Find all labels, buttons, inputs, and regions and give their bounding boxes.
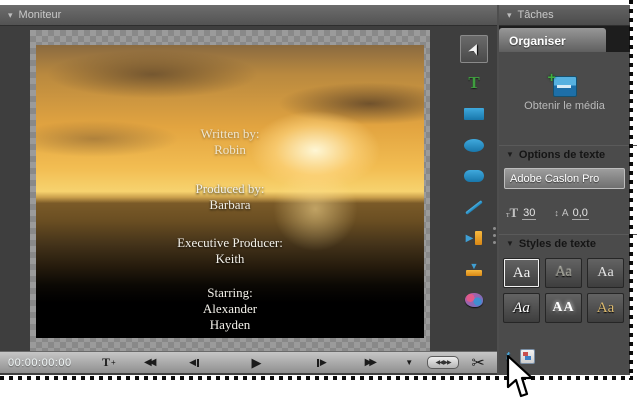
style-swatch[interactable]: Aa <box>587 293 624 323</box>
jog-control[interactable]: ◀◀ ▶▶ <box>427 356 460 369</box>
style-swatch[interactable]: Aa <box>503 258 540 288</box>
text-tool-button[interactable]: T + <box>92 355 126 370</box>
jog-icon: ◀◀ ▶▶ <box>435 360 452 366</box>
step-back-button[interactable]: ◀ <box>172 357 218 368</box>
section-triangle-icon: ▼ <box>506 239 514 248</box>
rectangle-icon <box>464 108 484 120</box>
step-forward-icon: ▶ <box>319 357 327 367</box>
step-back-icon: ◀ <box>189 357 197 367</box>
credit-name: Robin <box>214 142 246 157</box>
credit-block: Produced by: Barbara <box>36 181 424 213</box>
tasks-panel: ▾ Tâches Organiser + Obtenir le média ▼ … <box>499 5 637 375</box>
rectangle-tool-button[interactable] <box>461 103 487 125</box>
step-forward-button[interactable]: ▶ <box>295 357 347 368</box>
panel-splitter[interactable] <box>492 227 496 253</box>
color-properties-button[interactable] <box>461 289 487 311</box>
credit-role: Starring: <box>207 285 253 300</box>
transport-toolbar: 00:00:00:00 T + ◀◀ ◀ ▶ ▶ ▶▶ ▼ ◀◀ ▶▶ ✂ <box>0 351 497 373</box>
horizontal-center-icon: ▼ <box>469 260 479 271</box>
get-media-button[interactable]: + Obtenir le média <box>499 69 630 112</box>
video-preview[interactable]: Written by: Robin Produced by: Barbara E… <box>36 45 424 338</box>
vertical-center-icon: ▶ <box>465 232 474 244</box>
line-icon <box>465 199 483 215</box>
credit-role: Executive Producer: <box>177 235 283 250</box>
play-button[interactable]: ▶ <box>218 355 296 371</box>
app-background: ▾ Moniteur Written by: Robin Produced by… <box>0 5 637 375</box>
rewind-button[interactable]: ◀◀ <box>126 357 172 368</box>
monitor-panel-header[interactable]: ▾ Moniteur <box>0 5 497 26</box>
horizontal-center-button[interactable]: ▼ <box>461 258 487 280</box>
title-tool-strip: ➤ T ▶ ▼ <box>456 35 492 345</box>
collapse-triangle-icon[interactable]: ▾ <box>507 10 512 20</box>
line-tool-button[interactable] <box>461 196 487 218</box>
credit-block: Starring: Alexander Hayden <box>36 285 424 333</box>
color-palette-icon <box>465 293 483 307</box>
text-size-row: тT 30 ↕ A 0,0 <box>499 202 637 224</box>
split-clip-button[interactable]: ✂ <box>459 353 497 373</box>
selection-tool-button[interactable]: ➤ <box>460 35 488 63</box>
style-swatch[interactable]: Aa <box>587 258 624 288</box>
style-swatch[interactable]: Aa <box>503 293 540 323</box>
section-triangle-icon: ▼ <box>506 150 514 159</box>
dashed-border-bottom <box>0 376 633 380</box>
credit-role: Written by: <box>200 126 260 141</box>
tasks-panel-header[interactable]: ▾ Tâches <box>499 5 630 26</box>
text-styles-title: Styles de texte <box>518 238 596 250</box>
shuttle-button[interactable]: ▼ <box>391 358 427 367</box>
rounded-rect-icon <box>464 170 484 182</box>
font-family-dropdown[interactable]: Adobe Caslon Pro <box>504 168 625 189</box>
mouse-cursor <box>505 354 535 399</box>
font-size-value[interactable]: 30 <box>522 207 537 220</box>
rounded-rect-tool-button[interactable] <box>461 165 487 187</box>
tab-organiser[interactable]: Organiser <box>499 28 606 53</box>
style-swatch[interactable]: Aa <box>545 258 582 288</box>
monitor-panel-title: Moniteur <box>18 9 62 21</box>
style-swatch[interactable]: AA <box>545 293 582 323</box>
type-tool-button[interactable]: T <box>461 72 487 94</box>
get-media-icon: + <box>548 69 577 97</box>
timecode-display[interactable]: 00:00:00:00 <box>0 357 92 369</box>
kerning-value[interactable]: 0,0 <box>571 207 589 220</box>
type-tool-icon: T <box>468 73 480 92</box>
credit-name: Keith <box>215 251 245 266</box>
kerning-group: ↕ A 0,0 <box>554 206 589 220</box>
fast-forward-button[interactable]: ▶▶ <box>347 357 391 368</box>
collapse-triangle-icon[interactable]: ▾ <box>8 10 13 20</box>
rewind-icon: ◀◀ <box>144 357 157 368</box>
get-media-label: Obtenir le média <box>524 100 605 112</box>
text-options-title: Options de texte <box>518 149 606 161</box>
shuttle-icon: ▼ <box>405 358 414 367</box>
credit-block: Written by: Robin <box>36 126 424 158</box>
scissors-icon: ✂ <box>471 354 485 372</box>
kerning-icon: ↕ <box>554 208 559 218</box>
tasks-tab-bar: Organiser <box>499 26 630 53</box>
selection-arrow-icon: ➤ <box>464 39 485 59</box>
font-size-icon: тT <box>506 205 519 220</box>
plus-icon: + <box>547 69 556 85</box>
tasks-panel-title: Tâches <box>517 9 554 21</box>
credit-role: Produced by: <box>195 181 265 196</box>
dashed-border-right <box>629 0 633 380</box>
text-insert-icon: T <box>101 355 110 369</box>
text-style-swatches: Aa Aa Aa Aa AA Aa <box>503 258 626 323</box>
text-styles-section-header[interactable]: ▼ Styles de texte <box>499 234 637 253</box>
ellipse-icon <box>464 138 484 152</box>
credit-block: Executive Producer: Keith <box>36 235 424 267</box>
credit-name: Barbara <box>209 197 251 212</box>
credit-name: Alexander Hayden <box>202 301 258 332</box>
text-options-section-header[interactable]: ▼ Options de texte <box>499 145 637 164</box>
fast-forward-icon: ▶▶ <box>364 357 378 368</box>
ellipse-tool-button[interactable] <box>461 134 487 156</box>
monitor-panel: ▾ Moniteur Written by: Robin Produced by… <box>0 5 497 375</box>
tasks-panel-body: + Obtenir le média ▼ Options de texte Ad… <box>499 52 637 375</box>
play-icon: ▶ <box>251 354 262 370</box>
vertical-center-button[interactable]: ▶ <box>461 227 487 249</box>
